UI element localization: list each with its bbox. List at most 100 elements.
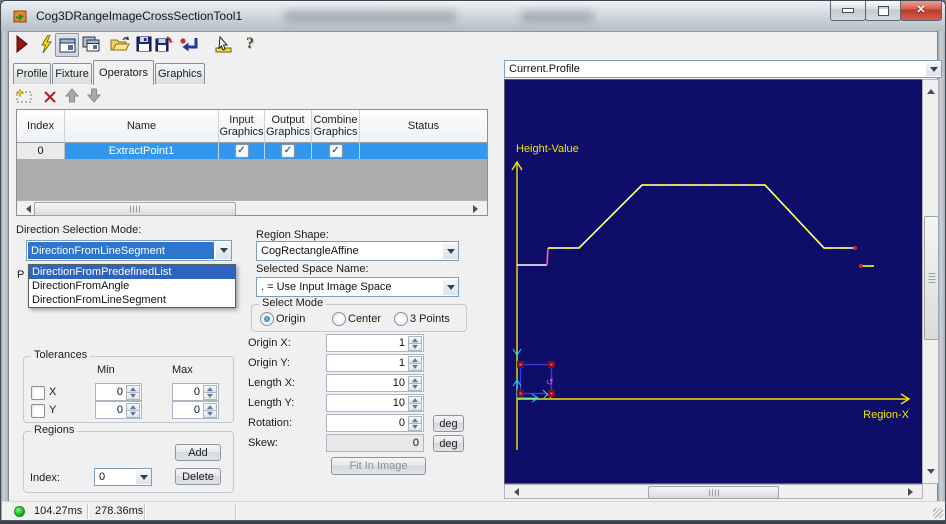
column-header-output-graphics[interactable]: Output Graphics xyxy=(265,110,312,143)
cell-output-graphics[interactable]: ✓ xyxy=(265,143,312,159)
dropdown-option[interactable]: DirectionFromLineSegment xyxy=(29,293,235,307)
cell-combine-graphics[interactable]: ✓ xyxy=(312,143,360,159)
dropdown-arrow-icon[interactable] xyxy=(443,243,458,259)
minimize-button[interactable] xyxy=(830,1,866,21)
live-run-button[interactable] xyxy=(35,33,57,55)
tolerance-y-max-field[interactable]: 0 xyxy=(172,401,219,419)
tolerance-y-checkbox[interactable] xyxy=(31,404,45,418)
origin-y-field[interactable]: 1 xyxy=(326,354,424,372)
cell-input-graphics[interactable]: ✓ xyxy=(219,143,265,159)
radio-origin-label[interactable]: Origin xyxy=(276,313,305,325)
add-operator-button[interactable] xyxy=(14,87,34,105)
column-header-name[interactable]: Name xyxy=(65,110,219,143)
table-row[interactable]: 0 ExtractPoint1 ✓ ✓ ✓ xyxy=(17,143,487,159)
display-v-scrollbar[interactable] xyxy=(922,79,939,484)
tolerance-y-min-field[interactable]: 0 xyxy=(95,401,142,419)
copy-controls-button[interactable] xyxy=(80,33,102,55)
scrollbar-thumb[interactable] xyxy=(648,486,779,499)
rotation-handle-icon[interactable]: ↺ xyxy=(546,377,554,387)
move-up-button[interactable] xyxy=(62,86,82,104)
save-as-icon xyxy=(155,36,173,52)
add-region-button[interactable]: Add xyxy=(175,444,221,461)
origin-x-spinner[interactable] xyxy=(408,336,422,351)
probe-button[interactable] xyxy=(213,33,235,55)
column-header-combine-graphics[interactable]: Combine Graphics xyxy=(312,110,360,143)
profile-display[interactable]: Height-Value Region-X ↺ xyxy=(504,79,923,484)
region-shape-combo[interactable]: CogRectangleAffine xyxy=(256,241,459,261)
help-button[interactable]: ? xyxy=(239,33,261,55)
radio-center[interactable] xyxy=(332,312,346,326)
scroll-right-icon[interactable] xyxy=(908,488,917,496)
column-header-status[interactable]: Status xyxy=(360,110,487,143)
checkbox-checked[interactable]: ✓ xyxy=(328,144,343,158)
tab-fixture[interactable]: Fixture xyxy=(52,63,92,84)
cell-name[interactable]: ExtractPoint1 xyxy=(65,143,219,159)
column-header-input-graphics[interactable]: Input Graphics xyxy=(219,110,265,143)
tab-operators[interactable]: Operators xyxy=(93,60,154,85)
radio-3points-label[interactable]: 3 Points xyxy=(410,313,450,325)
length-x-spinner[interactable] xyxy=(408,376,422,391)
origin-x-field[interactable]: 1 xyxy=(326,334,424,352)
run-button[interactable] xyxy=(11,33,33,55)
table-h-scrollbar[interactable] xyxy=(17,200,487,216)
tab-graphics[interactable]: Graphics xyxy=(155,63,205,84)
length-y-spinner[interactable] xyxy=(408,396,422,411)
checkbox-checked[interactable]: ✓ xyxy=(281,144,295,158)
rotation-field[interactable]: 0 xyxy=(326,414,424,432)
tolerance-x-max-field[interactable]: 0 xyxy=(172,383,219,401)
pointer-probe-icon xyxy=(215,35,232,52)
spinner[interactable] xyxy=(203,403,217,418)
scroll-up-icon[interactable] xyxy=(927,85,935,94)
save-button[interactable] xyxy=(133,33,155,55)
length-x-field[interactable]: 10 xyxy=(326,374,424,392)
spinner[interactable] xyxy=(126,385,140,400)
scroll-down-icon[interactable] xyxy=(927,469,935,478)
spinner[interactable] xyxy=(126,403,140,418)
origin-y-spinner[interactable] xyxy=(408,356,422,371)
cell-status[interactable] xyxy=(360,143,487,159)
skew-deg-button[interactable]: deg xyxy=(433,435,464,452)
open-button[interactable] xyxy=(109,33,131,55)
restore-button[interactable] xyxy=(865,1,901,21)
scroll-right-icon[interactable] xyxy=(473,205,482,213)
scrollbar-thumb[interactable] xyxy=(924,216,939,340)
save-as-button[interactable] xyxy=(154,33,176,55)
resize-grip[interactable] xyxy=(933,508,943,518)
scroll-left-icon[interactable] xyxy=(22,205,31,213)
tab-label: Graphics xyxy=(157,68,203,80)
delete-operator-button[interactable] xyxy=(40,88,60,106)
tolerance-x-checkbox[interactable] xyxy=(31,386,45,400)
cell-index[interactable]: 0 xyxy=(17,143,65,159)
radio-3points[interactable] xyxy=(394,312,408,326)
space-name-combo[interactable]: . = Use Input Image Space xyxy=(256,277,459,297)
fit-in-image-button[interactable]: Fit In Image xyxy=(331,457,426,475)
radio-origin[interactable] xyxy=(260,312,274,326)
close-button[interactable]: ✕ xyxy=(900,1,942,21)
dropdown-arrow-icon[interactable] xyxy=(443,279,458,295)
scrollbar-thumb[interactable] xyxy=(34,202,236,216)
show-controls-toggle[interactable] xyxy=(55,33,79,57)
direction-mode-combo[interactable]: DirectionFromLineSegment xyxy=(26,240,232,261)
radio-center-label[interactable]: Center xyxy=(348,313,381,325)
delete-region-button[interactable]: Delete xyxy=(175,468,221,485)
dropdown-arrow-icon[interactable] xyxy=(926,62,941,76)
scroll-left-icon[interactable] xyxy=(510,488,519,496)
spinner[interactable] xyxy=(203,385,217,400)
tolerance-x-min-field[interactable]: 0 xyxy=(95,383,142,401)
dropdown-option[interactable]: DirectionFromAngle xyxy=(29,279,235,293)
display-record-combo[interactable]: Current.Profile xyxy=(504,60,942,78)
dropdown-option[interactable]: DirectionFromPredefinedList xyxy=(29,265,235,279)
dropdown-arrow-icon[interactable] xyxy=(136,470,151,484)
dropdown-arrow-icon[interactable] xyxy=(216,242,231,259)
rotation-deg-button[interactable]: deg xyxy=(433,415,464,432)
region-index-combo[interactable]: 0 xyxy=(94,468,152,486)
display-h-scrollbar[interactable] xyxy=(504,484,923,499)
reset-button[interactable] xyxy=(178,33,200,55)
move-down-button[interactable] xyxy=(84,86,104,104)
length-y-field[interactable]: 10 xyxy=(326,394,424,412)
checkbox-checked[interactable]: ✓ xyxy=(234,144,249,158)
rotation-spinner[interactable] xyxy=(408,416,422,431)
column-header-index[interactable]: Index xyxy=(17,110,65,143)
window-title: Cog3DRangeImageCrossSectionTool1 xyxy=(36,9,243,23)
tab-profile[interactable]: Profile xyxy=(13,63,51,84)
